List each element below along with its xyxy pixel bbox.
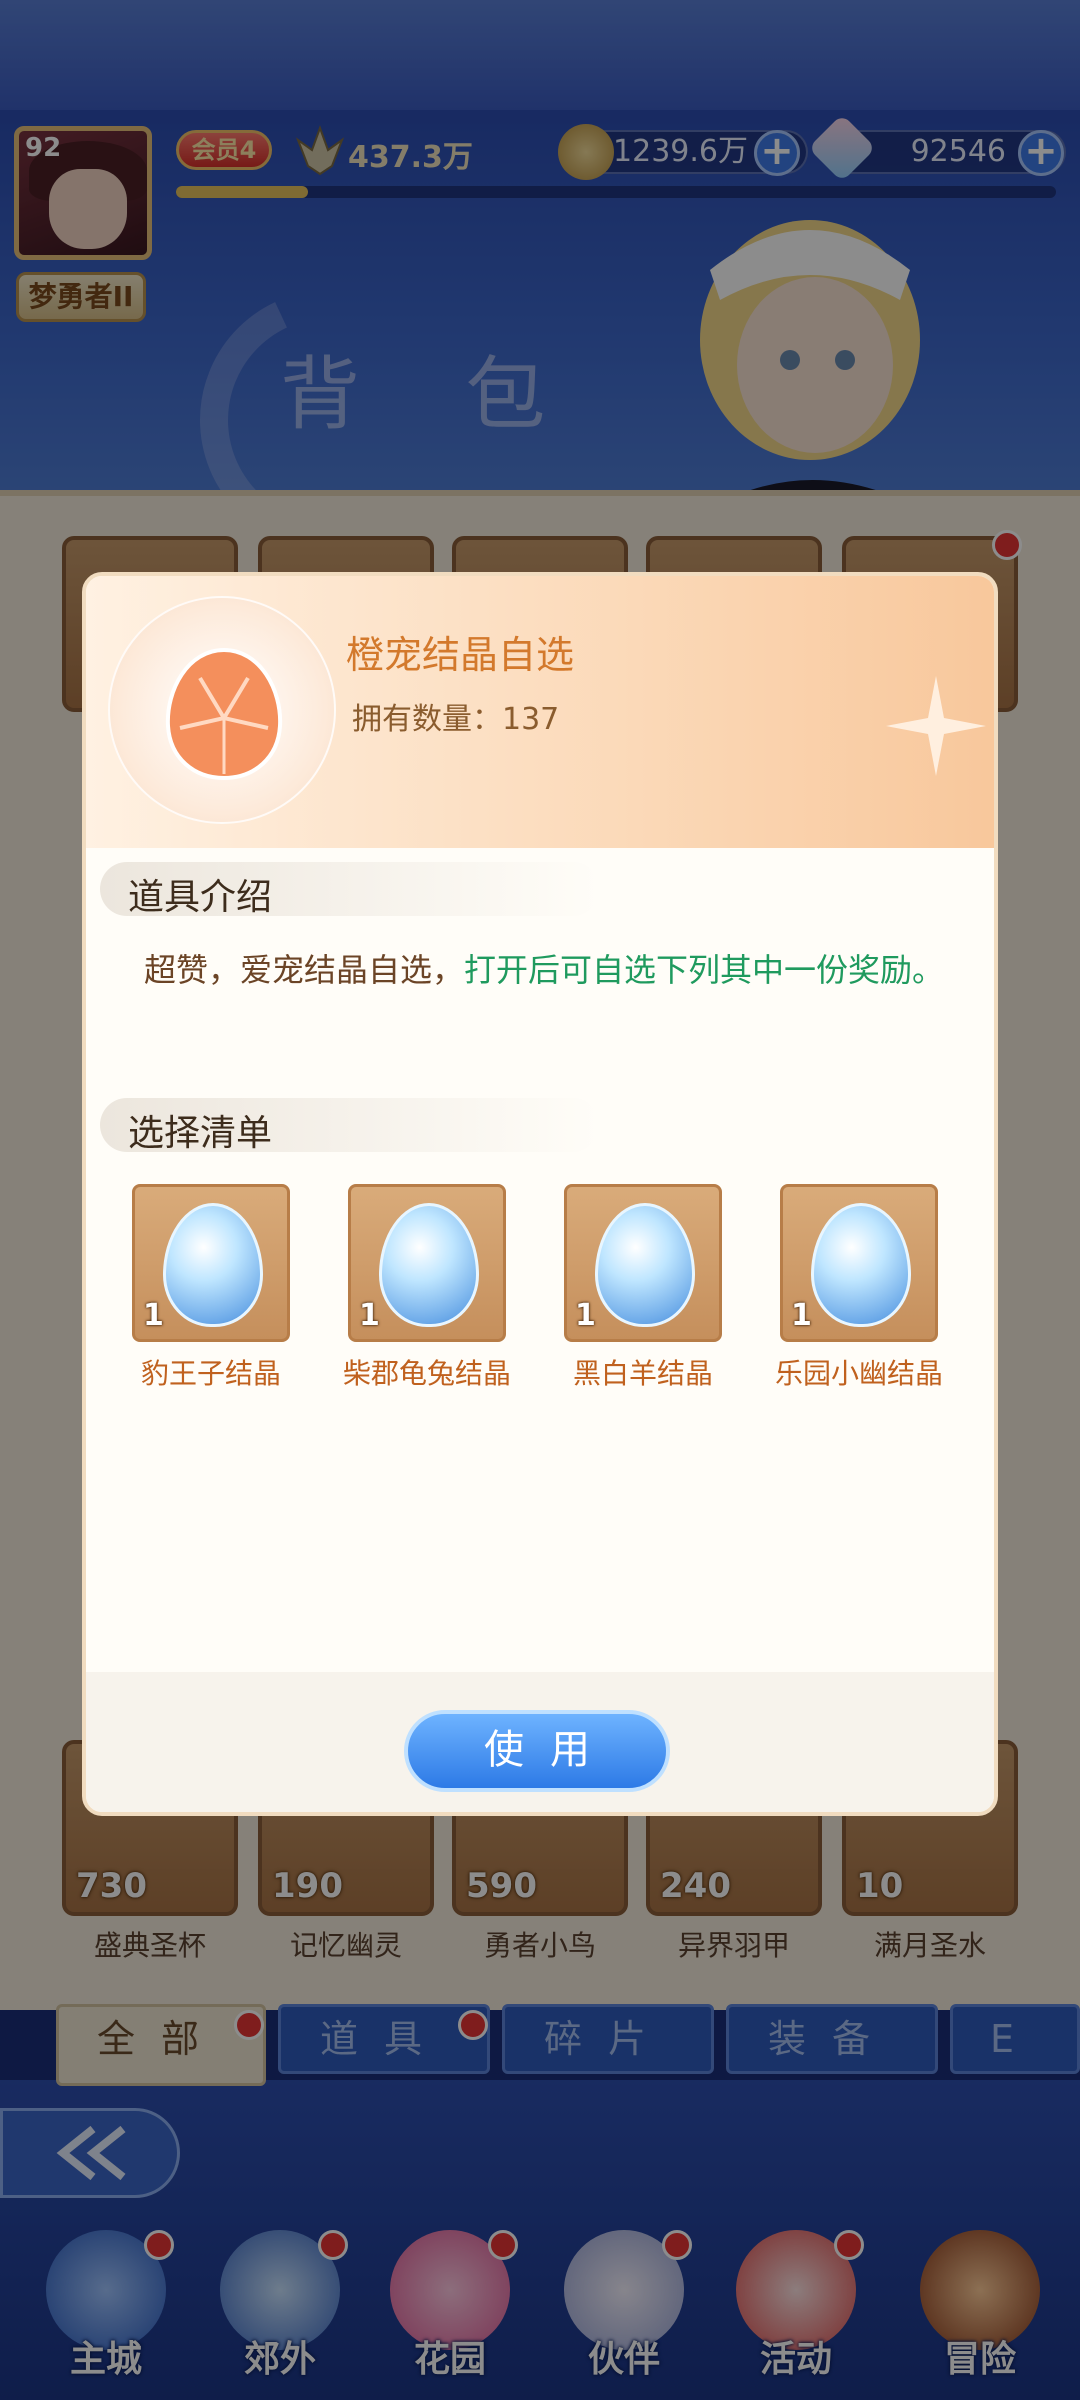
reward-name: 黑白羊结晶 [572,1357,713,1390]
owned-count: 137 [502,702,560,737]
use-button[interactable]: 使用 [404,1710,670,1792]
reward-name: 乐园小幽结晶 [774,1357,943,1390]
item-description: 超赞，爱宠结晶自选，打开后可自选下列其中一份奖励。 [126,946,962,994]
reward-icon-frame: 1 [564,1184,722,1342]
orange-crystal-icon [165,647,283,781]
section-header-intro: 道具介绍 [100,862,600,918]
reward-count: 1 [575,1298,596,1333]
description-text: 超赞，爱宠结晶自选， [143,951,464,989]
description-highlight: 打开后可自选下列其中一份奖励。 [464,951,945,989]
panther-egg-icon [163,1203,263,1327]
section-header-list: 选择清单 [100,1098,600,1154]
item-icon-frame [108,596,336,824]
reward-icon-frame: 1 [348,1184,506,1342]
sparkle-icon [886,676,986,776]
reward-count: 1 [143,1298,164,1333]
reward-icon-frame: 1 [132,1184,290,1342]
section-title: 选择清单 [128,1113,273,1154]
reward-option[interactable]: 1 乐园小幽结晶 [775,1184,943,1392]
section-title: 道具介绍 [128,877,273,918]
reward-option[interactable]: 1 柴郡龟兔结晶 [343,1184,511,1392]
item-detail-dialog: 橙宠结晶自选 拥有数量：137 道具介绍 超赞，爱宠结晶自选，打开后可自选下列其… [82,572,998,1816]
owned-quantity: 拥有数量：137 [352,694,559,738]
item-title: 橙宠结晶自选 [346,633,575,677]
reward-name: 豹王子结晶 [140,1357,281,1390]
owned-label: 拥有数量： [352,702,502,737]
reward-icon-frame: 1 [780,1184,938,1342]
reward-option[interactable]: 1 黑白羊结晶 [564,1184,722,1392]
dialog-header: 橙宠结晶自选 拥有数量：137 [86,576,994,848]
reward-option[interactable]: 1 豹王子结晶 [132,1184,290,1392]
turtle-rabbit-egg-icon [379,1203,479,1327]
reward-name: 柴郡龟兔结晶 [342,1357,511,1390]
reward-count: 1 [359,1298,380,1333]
sheep-egg-icon [595,1203,695,1327]
ghost-egg-icon [811,1203,911,1327]
reward-count: 1 [791,1298,812,1333]
